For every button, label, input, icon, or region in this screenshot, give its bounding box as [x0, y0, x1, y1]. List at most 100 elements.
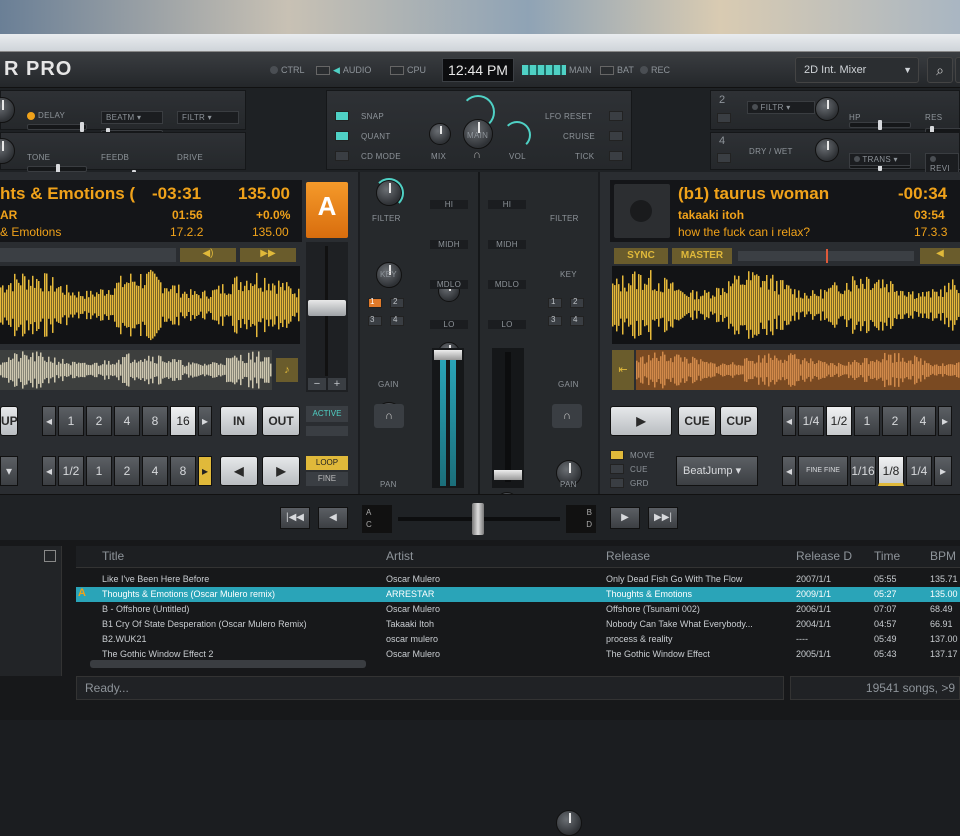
deck-b-volume-fader[interactable] [494, 470, 522, 480]
search-button[interactable]: ⌕ [927, 57, 953, 83]
deck-a-prev-track[interactable]: |◀◀ [280, 507, 310, 529]
hp-slider[interactable] [849, 120, 911, 130]
deck-a-letter[interactable]: A [306, 182, 348, 238]
quant-toggle[interactable] [335, 131, 349, 141]
col-title[interactable]: Title [102, 549, 124, 567]
mix-knob[interactable] [429, 123, 451, 145]
deck-a-cue-headphones[interactable]: ∩ [374, 404, 404, 428]
deck-b-cue-button[interactable]: CUE [678, 406, 716, 436]
tree-collapse-icon[interactable] [44, 550, 56, 562]
deck-a-loop-mode[interactable]: LOOP [306, 456, 348, 470]
deck-b-loop-half[interactable]: 1/2 [826, 406, 852, 436]
deck-b-beatjump-select[interactable]: BeatJump ▾ [676, 456, 758, 486]
deck-b-move-mode[interactable] [610, 450, 624, 460]
deck-b-cup-button[interactable]: CUP [720, 406, 758, 436]
deck-a-pitch-fader[interactable] [308, 300, 346, 316]
table-row-selected[interactable]: A Thoughts & Emotions (Oscar Mulero remi… [76, 587, 960, 602]
col-bpm[interactable]: BPM [930, 549, 956, 567]
deck-b-sync-button[interactable]: SYNC [614, 248, 668, 264]
deck-b-jump-quarter[interactable]: 1/4 [906, 456, 932, 486]
fx2-knob[interactable] [815, 97, 839, 121]
deck-a-loop-16[interactable]: 16 [170, 406, 196, 436]
deck-b-grid-mode[interactable] [610, 478, 624, 488]
deck-a-loop-1[interactable]: 1 [58, 406, 84, 436]
deck-a-loop-8[interactable]: 8 [142, 406, 168, 436]
deck-a-loop-2[interactable]: 2 [86, 406, 112, 436]
col-time[interactable]: Time [874, 549, 900, 567]
deck-a-in-button[interactable]: IN [220, 406, 258, 436]
deck-a-move-4[interactable]: 4 [142, 456, 168, 486]
table-row[interactable]: B - Offshore (Untitled) Oscar Mulero Off… [76, 602, 960, 617]
deck-a-loop-prev[interactable]: ◂ [42, 406, 56, 436]
deck-a-nudge-left[interactable]: ◀) [180, 248, 236, 262]
fx4-knob[interactable] [815, 138, 839, 162]
deck-b-forward[interactable]: ▶ [610, 507, 640, 529]
deck-a-active-button[interactable]: ACTIVE [306, 406, 348, 422]
deck-a-move-menu[interactable]: ▾ [0, 456, 18, 486]
deck-a-rewind[interactable]: ◀ [318, 507, 348, 529]
fx1-effect-beatm[interactable]: BEATM ▾ [101, 111, 163, 124]
fx3-knob[interactable] [0, 138, 15, 164]
fx1-effect-filtr[interactable]: FILTR ▾ [177, 111, 239, 124]
rec-indicator[interactable]: REC [640, 61, 670, 79]
deck-a-loop-4[interactable]: 4 [114, 406, 140, 436]
deck-b-loop-4[interactable]: 4 [910, 406, 936, 436]
table-row[interactable]: Like I've Been Here Before Oscar Mulero … [76, 572, 960, 587]
deck-b-fine-fine[interactable]: FINE FINE [798, 456, 848, 486]
browser-tree[interactable] [0, 546, 62, 676]
deck-a-cup-button[interactable]: UP [0, 406, 18, 436]
deck-b-loop-next[interactable]: ▸ [938, 406, 952, 436]
deck-b-overview[interactable] [636, 350, 960, 390]
deck-b-cue-mode[interactable] [610, 464, 624, 474]
deck-b-skip-start[interactable]: ⇤ [612, 350, 634, 390]
settings-button[interactable] [955, 57, 960, 83]
deck-a-active-sub[interactable] [306, 426, 348, 436]
deck-b-master-button[interactable]: MASTER [672, 248, 732, 264]
table-row[interactable]: B1 Cry Of State Desperation (Oscar Muler… [76, 617, 960, 632]
tick-button[interactable] [609, 151, 623, 161]
fx2-effect-select[interactable]: FILTR ▾ [747, 101, 815, 114]
deck-a-move-back[interactable]: ◀ [220, 456, 258, 486]
deck-b-play-button[interactable]: ▶ [610, 406, 672, 436]
deck-a-pitch-minus[interactable]: − [308, 378, 326, 390]
deck-a-loop-next[interactable]: ▸ [198, 406, 212, 436]
fx1-effect-delay[interactable]: DELAY [27, 111, 65, 120]
deck-b-next-track[interactable]: ▶▶| [648, 507, 678, 529]
crossfader-knob[interactable] [472, 503, 484, 535]
deck-b-loop-1[interactable]: 1 [854, 406, 880, 436]
col-release[interactable]: Release [606, 549, 650, 567]
deck-a-move-prev[interactable]: ◂ [42, 456, 56, 486]
fx1-knob[interactable] [0, 97, 15, 123]
deck-b-tempo-bar[interactable] [738, 249, 914, 263]
deck-b-waveform[interactable] [612, 266, 960, 344]
deck-b-jump-16th[interactable]: 1/16 [850, 456, 876, 486]
deck-a-move-fwd[interactable]: ▶ [262, 456, 300, 486]
layout-select[interactable]: 2D Int. Mixer ▼ [795, 57, 919, 83]
snap-toggle[interactable] [335, 111, 349, 121]
deck-b-loop-prev[interactable]: ◂ [782, 406, 796, 436]
deck-a-move-2[interactable]: 2 [114, 456, 140, 486]
deck-a-out-button[interactable]: OUT [262, 406, 300, 436]
deck-a-move-next[interactable]: ▸ [198, 456, 212, 486]
deck-a-waveform[interactable] [0, 266, 300, 344]
fx2-assign[interactable] [717, 113, 731, 123]
deck-a-fine-mode[interactable]: FINE [306, 472, 348, 486]
trans-select[interactable]: TRANS ▾ [849, 153, 911, 166]
crossfader-assign-right[interactable]: BD [566, 505, 596, 533]
deck-b-jump-prev[interactable]: ◂ [782, 456, 796, 486]
deck-b-jump-8th[interactable]: 1/8 [878, 456, 904, 486]
horizontal-scrollbar[interactable] [90, 660, 366, 668]
col-release-date[interactable]: Release D [796, 549, 852, 567]
deck-b-loop-quarter[interactable]: 1/4 [798, 406, 824, 436]
deck-a-tempo-bar[interactable] [0, 248, 176, 262]
deck-a-note-icon[interactable]: ♪ [276, 358, 298, 382]
fx4-assign[interactable] [717, 153, 731, 163]
table-row[interactable]: B2.WUK21 oscar mulero process & reality … [76, 632, 960, 647]
crossfader-assign-left[interactable]: AC [362, 505, 392, 533]
deck-a-move-1[interactable]: 1 [86, 456, 112, 486]
deck-a-volume-fader[interactable] [434, 350, 462, 360]
cruise-button[interactable] [609, 131, 623, 141]
fx1-slider-1[interactable] [27, 122, 87, 132]
deck-b-nudge[interactable]: ◀ [920, 248, 960, 264]
deck-b-jump-next[interactable]: ▸ [934, 456, 952, 486]
